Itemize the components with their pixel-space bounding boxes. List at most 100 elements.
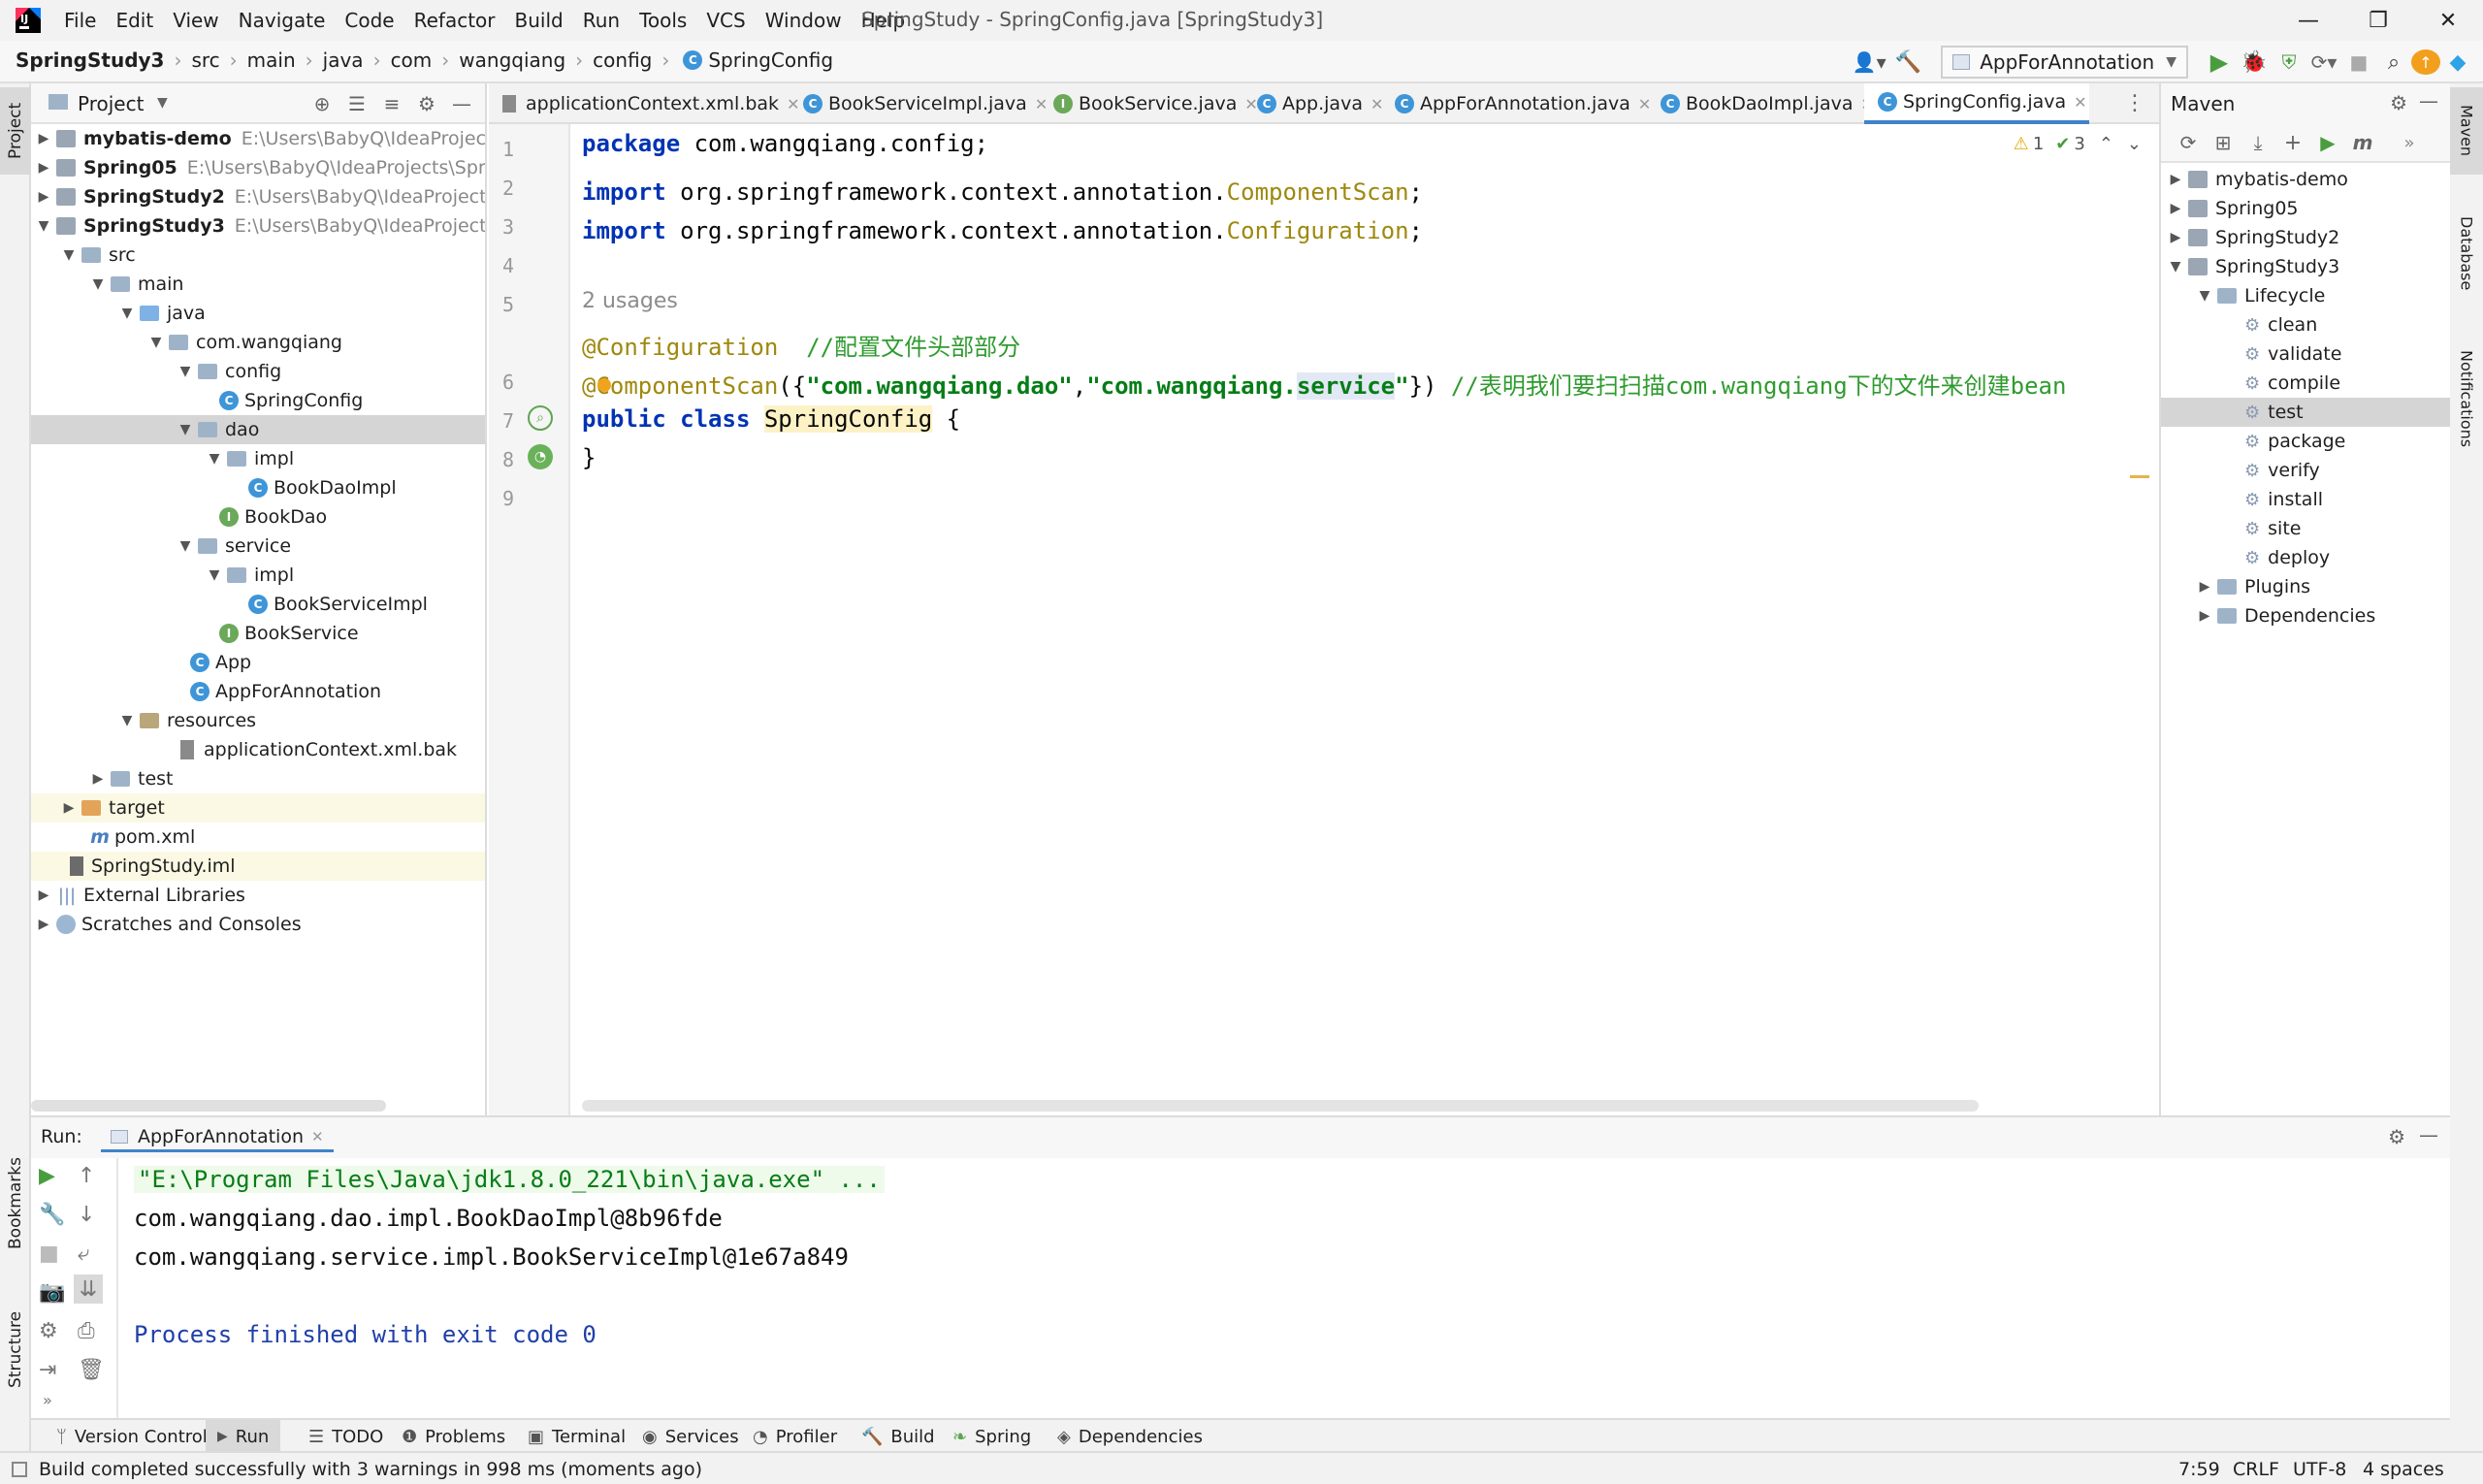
maven-goal[interactable]: ⚙ test (2161, 398, 2450, 427)
arrow-up-icon[interactable]: ↑ (78, 1164, 95, 1188)
tab-applicationcontext[interactable]: applicationContext.xml.bak ✕ (489, 83, 799, 124)
settings-icon[interactable]: ⚙ (409, 89, 444, 118)
tree-item[interactable]: m pom.xml (31, 823, 485, 852)
code-line-8[interactable]: public class SpringConfig { (582, 405, 960, 433)
coverage-icon[interactable]: ⛨ (2272, 50, 2306, 74)
menu-view[interactable]: View (173, 9, 218, 32)
settings-icon[interactable]: ⚙ (2388, 1125, 2405, 1148)
toolwindow-spring[interactable]: ❧ Spring (943, 1420, 1041, 1453)
tree-item[interactable]: C App (31, 648, 485, 677)
chevron-down-icon[interactable]: ▼ (157, 95, 168, 111)
restore-icon[interactable]: ❐ (2343, 0, 2413, 41)
menu-vcs[interactable]: VCS (706, 9, 745, 32)
more-icon[interactable]: » (43, 1391, 52, 1409)
print-icon[interactable]: ⎙ (78, 1319, 95, 1343)
soft-wrap-icon[interactable]: ⤶ (78, 1242, 89, 1266)
maven-goal[interactable]: ⚙ verify (2161, 456, 2450, 485)
update-icon[interactable]: ↑ (2411, 49, 2440, 75)
run-maven-icon[interactable]: ▶ (2310, 131, 2345, 154)
debug-icon[interactable]: 🐞 (2237, 50, 2272, 75)
code-line-7[interactable]: @ComponentScan({"com.wangqiang.dao","com… (582, 367, 2066, 401)
menu-code[interactable]: Code (344, 9, 394, 32)
status-message[interactable]: Build completed successfully with 3 warn… (39, 1459, 702, 1480)
intention-bulb-icon[interactable] (597, 378, 611, 392)
arrow-down-icon[interactable]: ↓ (78, 1203, 95, 1227)
menu-tools[interactable]: Tools (639, 9, 687, 32)
maven-project[interactable]: ▶ mybatis-demo (2161, 165, 2450, 194)
tree-item[interactable]: ▼ main (31, 270, 485, 299)
tab-bookdaoimpl[interactable]: CBookDaoImpl.java✕ (1649, 83, 1874, 124)
tree-item[interactable]: applicationContext.xml.bak (31, 735, 485, 764)
notifications-tool-tab[interactable]: Notifications (2450, 326, 2483, 471)
toolwindow-profiler[interactable]: ◔ Profiler (743, 1420, 847, 1453)
run-tab[interactable]: AppForAnnotation ✕ (101, 1123, 334, 1152)
download-icon[interactable]: ⤓ (2241, 131, 2275, 154)
toolwindow-todo[interactable]: ☰ TODO (299, 1420, 393, 1453)
tree-item[interactable]: ▼ impl (31, 444, 485, 473)
maven-goal[interactable]: ⚙ validate (2161, 339, 2450, 369)
code-line-3[interactable]: import org.springframework.context.annot… (582, 178, 1423, 206)
tab-app[interactable]: C App.java ✕ (1243, 83, 1387, 124)
editor-horizontal-scrollbar[interactable] (582, 1100, 1979, 1112)
close-tab-icon[interactable]: ✕ (1370, 95, 1383, 113)
menu-build[interactable]: Build (515, 9, 564, 32)
user-icon[interactable]: 👤▾ (1850, 46, 1888, 79)
tree-item[interactable]: ▶ Scratches and Consoles (31, 910, 485, 939)
chevron-up-icon[interactable]: ⌃ (2099, 134, 2113, 154)
toolwindow-services[interactable]: ◉ Services (632, 1420, 749, 1453)
breadcrumb-item[interactable]: main (247, 48, 296, 72)
breadcrumb-item[interactable]: wangqiang (459, 48, 565, 72)
tree-item[interactable]: I BookDao (31, 502, 485, 532)
execute-goal-icon[interactable]: m (2345, 131, 2380, 154)
maven-goal[interactable]: ⚙ package (2161, 427, 2450, 456)
add-folder-icon[interactable]: ⊞ (2206, 131, 2241, 154)
tree-item[interactable]: ▼ src (31, 241, 485, 270)
close-tab-icon[interactable]: ✕ (2074, 93, 2086, 112)
exit-icon[interactable]: ⇥ (39, 1358, 56, 1382)
locate-icon[interactable]: ⊕ (305, 89, 339, 118)
hide-icon[interactable]: — (444, 89, 479, 118)
tree-item[interactable]: ▼ com.wangqiang (31, 328, 485, 357)
menu-navigate[interactable]: Navigate (239, 9, 326, 32)
tree-item[interactable]: ▼ config (31, 357, 485, 386)
code-line-9[interactable]: } (582, 444, 596, 471)
profile-icon[interactable]: ⟳▾ (2306, 50, 2341, 74)
horizontal-scrollbar[interactable] (31, 1100, 386, 1112)
caret-position[interactable]: 7:59 (2178, 1459, 2220, 1480)
chevron-down-icon[interactable]: ⌄ (2127, 134, 2142, 154)
tab-bookserviceimpl[interactable]: C BookServiceImpl.java ✕ (782, 83, 1048, 124)
tree-item[interactable]: ▶ ||| External Libraries (31, 881, 485, 910)
menu-file[interactable]: File (64, 9, 96, 32)
tree-item[interactable]: C SpringConfig (31, 386, 485, 415)
more-tabs-icon[interactable]: ⋮ (2124, 91, 2145, 115)
code-line-6[interactable]: @Configuration //配置文件头部部分 (582, 328, 1020, 362)
project-tool-tab[interactable]: Project (0, 87, 31, 175)
tree-item[interactable]: ▼ dao (31, 415, 485, 444)
maven-tool-tab[interactable]: Maven (2450, 87, 2483, 175)
hide-icon[interactable]: — (2419, 1123, 2438, 1146)
inspection-widget[interactable]: ⚠ 1 ✔ 3 ⌃ ⌄ (2014, 134, 2142, 154)
maven-goal[interactable]: ⚙ install (2161, 485, 2450, 514)
maven-goal[interactable]: ⚙ site (2161, 514, 2450, 543)
tab-springconfig[interactable]: C SpringConfig.java ✕ (1864, 83, 2089, 124)
camera-icon[interactable]: 📷 (39, 1280, 65, 1305)
database-tool-tab[interactable]: Database (2450, 200, 2483, 306)
tree-item[interactable]: ▶ Spring05 E:\Users\BabyQ\IdeaProjects\Spr… (31, 153, 485, 182)
expand-all-icon[interactable]: ☰ (339, 89, 374, 118)
structure-tool-tab[interactable]: Structure (0, 1296, 31, 1403)
maven-lifecycle[interactable]: ▼ Lifecycle (2161, 281, 2450, 310)
toolwindow-build[interactable]: 🔨 Build (852, 1420, 945, 1453)
code-line-1[interactable]: package com.wangqiang.config; (582, 130, 988, 157)
close-icon[interactable]: ✕ (2413, 0, 2483, 41)
stop-icon[interactable]: ■ (2341, 50, 2376, 74)
usages-hint[interactable]: 2 usages (582, 289, 678, 313)
maven-project[interactable]: ▶ Spring05 (2161, 194, 2450, 223)
toolwindow-version-control[interactable]: ᛘ Version Control (47, 1420, 217, 1453)
add-icon[interactable]: + (2275, 131, 2310, 155)
tree-item[interactable]: ▼SpringStudy3E:\Users\BabyQ\IdeaProjects… (31, 211, 485, 241)
menu-window[interactable]: Window (765, 9, 842, 32)
breadcrumb-item[interactable]: SpringConfig (708, 48, 833, 72)
close-tab-icon[interactable]: ✕ (311, 1128, 324, 1145)
tree-item[interactable]: ▶mybatis-demoE:\Users\BabyQ\IdeaProjects… (31, 124, 485, 153)
reload-icon[interactable]: ⟳ (2171, 131, 2206, 154)
